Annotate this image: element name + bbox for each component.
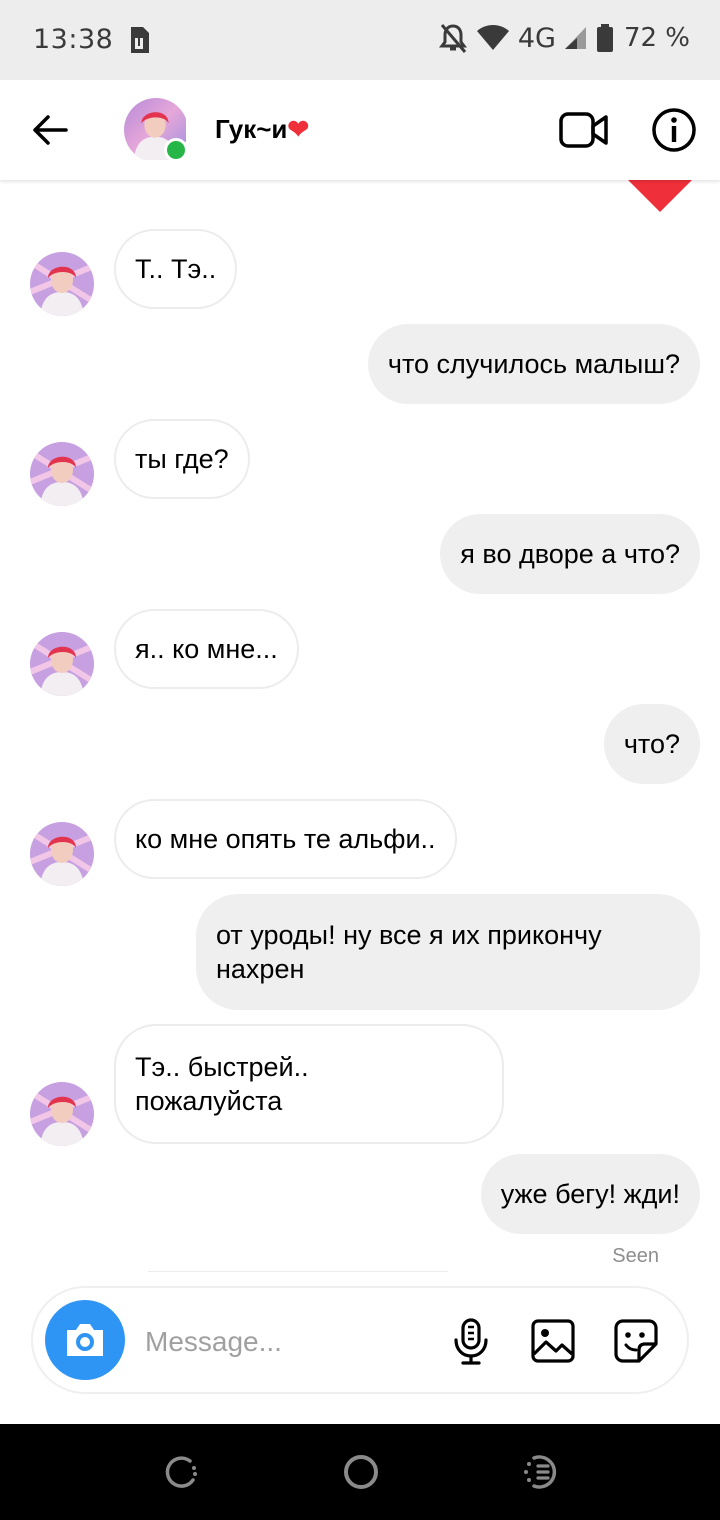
- heart-emoji: ❤: [287, 114, 310, 144]
- seen-receipt: Seen: [612, 1245, 659, 1267]
- microphone-icon[interactable]: [451, 1318, 491, 1366]
- message-text: я.. ко мне...: [135, 634, 278, 664]
- status-bar: 13:38 4G 72 %: [0, 0, 720, 80]
- message-bubble-incoming[interactable]: ты где?: [114, 419, 250, 499]
- battery-icon: [596, 24, 613, 52]
- camera-icon: [67, 1324, 103, 1356]
- message-text-line: пожалуйста: [135, 1086, 283, 1116]
- message-bubble-outgoing[interactable]: что случилось малыш?: [367, 324, 700, 404]
- back-arrow-icon[interactable]: [28, 108, 72, 152]
- message-text: уже бегу! жди!: [500, 1179, 680, 1209]
- heart-reaction-icon: [628, 180, 692, 212]
- chat-header: Гук~и❤: [0, 80, 720, 180]
- sender-avatar[interactable]: [30, 442, 94, 506]
- video-call-icon[interactable]: [558, 106, 610, 154]
- home-icon[interactable]: [341, 1452, 381, 1492]
- message-text: что?: [623, 729, 680, 759]
- message-composer: [31, 1286, 689, 1394]
- sender-avatar[interactable]: [30, 632, 94, 696]
- notifications-off-icon: [438, 24, 467, 53]
- sticker-icon[interactable]: [613, 1318, 659, 1364]
- message-input[interactable]: [145, 1324, 435, 1360]
- network-type: 4G: [517, 22, 556, 54]
- signal-icon: [564, 27, 586, 49]
- contact-name-text: Гук~и: [215, 114, 288, 144]
- message-text: ты где?: [135, 444, 229, 474]
- sender-avatar[interactable]: [30, 252, 94, 316]
- message-bubble-incoming[interactable]: я.. ко мне...: [114, 609, 299, 689]
- sim-card-icon: [131, 27, 149, 53]
- message-text: я во дворе а что?: [460, 539, 680, 569]
- recent-apps-icon[interactable]: [160, 1452, 200, 1492]
- message-bubble-incoming[interactable]: Тэ.. быстрей.. пожалуйста: [114, 1024, 504, 1144]
- divider: [148, 1271, 448, 1272]
- message-bubble-incoming[interactable]: ко мне опять те альфи..: [114, 799, 457, 879]
- status-right-group: 4G 72 %: [438, 22, 690, 54]
- message-bubble-incoming[interactable]: Т.. Тэ..: [114, 229, 238, 309]
- message-text-line: нахрен: [216, 954, 305, 984]
- message-bubble-outgoing[interactable]: от уроды! ну все я их прикончу нахрен: [196, 894, 700, 1010]
- message-bubble-outgoing[interactable]: я во дворе а что?: [440, 514, 700, 594]
- message-text-line: от уроды! ну все я их прикончу: [216, 920, 602, 950]
- message-text: Т.. Тэ..: [135, 254, 217, 284]
- battery-percent: 72 %: [623, 23, 690, 53]
- sender-avatar[interactable]: [30, 822, 94, 886]
- camera-button[interactable]: [45, 1300, 125, 1380]
- info-icon[interactable]: [650, 106, 698, 154]
- message-bubble-outgoing[interactable]: уже бегу! жди!: [480, 1154, 700, 1234]
- contact-name[interactable]: Гук~и❤: [215, 114, 309, 145]
- system-navigation-bar: [0, 1424, 720, 1520]
- message-bubble-outgoing[interactable]: что?: [603, 704, 700, 784]
- message-text: что случилось малыш?: [387, 349, 680, 379]
- gallery-icon[interactable]: [530, 1318, 576, 1364]
- message-text-line: Тэ.. быстрей..: [135, 1052, 309, 1082]
- sender-avatar[interactable]: [30, 1082, 94, 1146]
- wifi-icon: [476, 25, 509, 50]
- message-text: ко мне опять те альфи..: [135, 824, 436, 854]
- online-indicator: [164, 138, 188, 162]
- status-time: 13:38: [33, 24, 114, 55]
- assistant-icon[interactable]: [520, 1452, 562, 1492]
